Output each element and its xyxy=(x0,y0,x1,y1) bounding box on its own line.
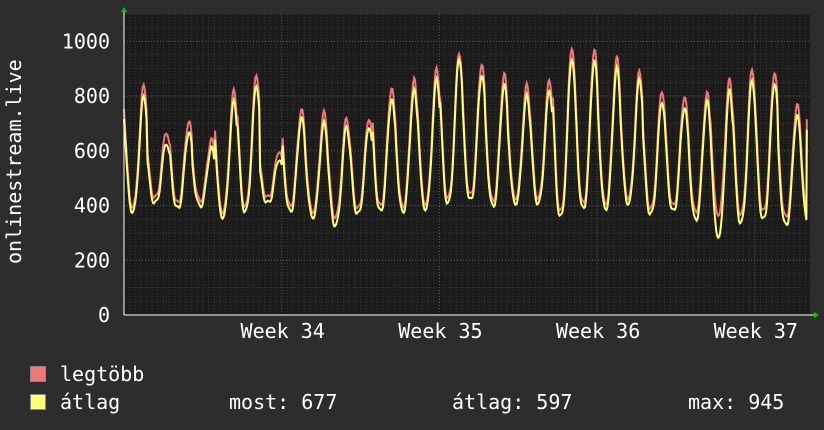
x-tick-label: Week 36 xyxy=(556,319,640,343)
x-tick-label: Week 37 xyxy=(714,319,798,343)
x-axis-arrow xyxy=(814,312,819,318)
legend-swatch-max xyxy=(30,366,46,382)
legend-label-max: legtöbb xyxy=(60,362,145,386)
stat-average: átlag: 597 xyxy=(452,390,572,414)
y-tick-label: 200 xyxy=(74,248,110,272)
stat-average-value: 597 xyxy=(536,390,573,414)
stat-max: max: 945 xyxy=(688,390,784,414)
stat-current-value: 677 xyxy=(301,390,338,414)
y-tick-label: 0 xyxy=(98,303,110,327)
y-tick-label: 600 xyxy=(74,139,110,163)
y-axis-label: onlinestream.live xyxy=(2,59,26,264)
y-tick-label: 1000 xyxy=(62,29,110,53)
graph-container: 0 200 400 600 800 1000 Week 34 Week 35 Week 36 We… xyxy=(0,0,824,430)
stat-max-label: max: xyxy=(688,390,737,414)
x-tick-label: Week 35 xyxy=(398,319,482,343)
stat-average-label: átlag: xyxy=(452,390,525,414)
y-tick-label: 800 xyxy=(74,84,110,108)
stat-current: most: 677 xyxy=(229,390,337,414)
x-tick-label: Week 34 xyxy=(241,319,325,343)
stat-max-value: 945 xyxy=(748,390,785,414)
legend-swatch-avg xyxy=(30,394,46,410)
stat-current-label: most: xyxy=(229,390,290,414)
y-tick-label: 400 xyxy=(74,194,110,218)
legend-label-avg: átlag xyxy=(60,390,121,414)
y-axis-arrow xyxy=(121,7,127,12)
